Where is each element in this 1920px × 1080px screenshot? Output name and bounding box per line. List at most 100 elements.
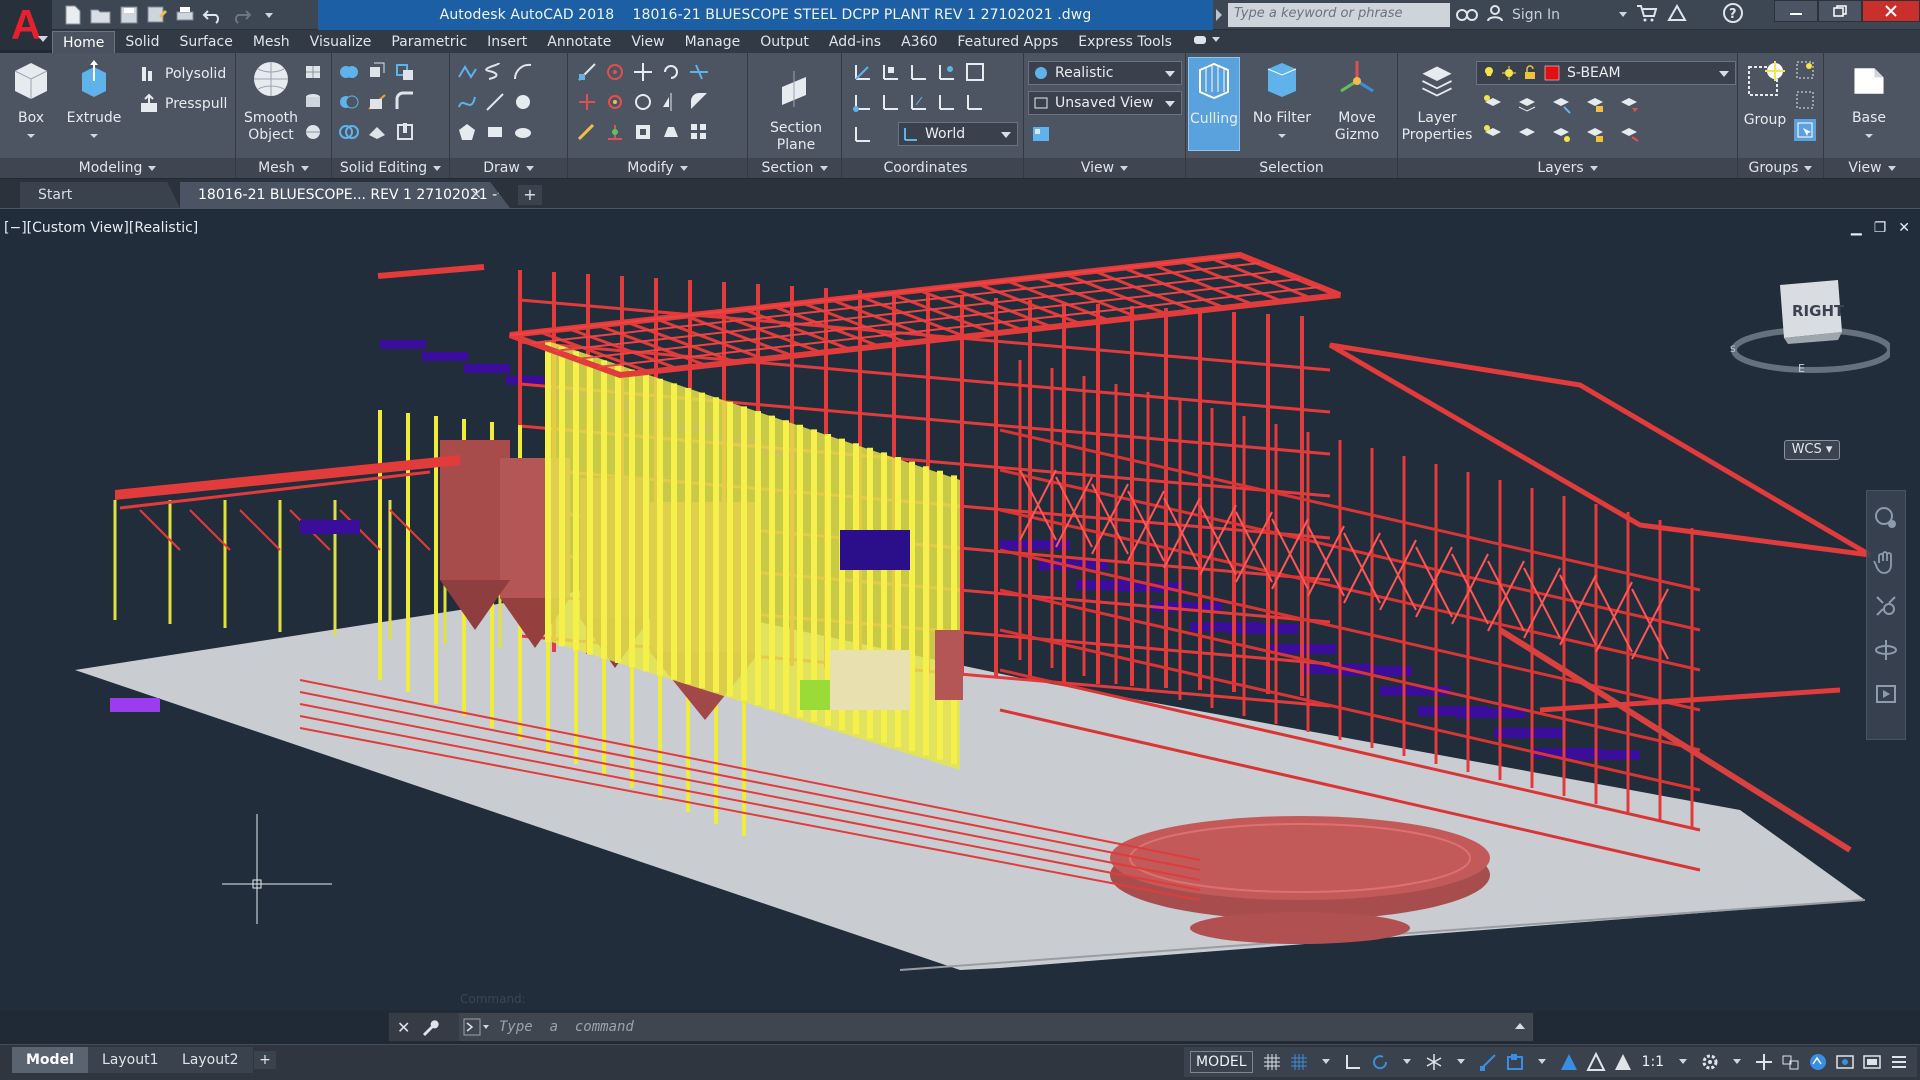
- units-icon[interactable]: [1779, 1049, 1803, 1075]
- annotation-scale-icon[interactable]: [1611, 1049, 1635, 1075]
- layer-thaw-icon[interactable]: [1550, 123, 1572, 145]
- mesh-cylinder-icon[interactable]: [302, 91, 324, 113]
- close-tab-icon[interactable]: ✕: [470, 182, 482, 208]
- scale-icon[interactable]: [576, 61, 598, 83]
- view-panel-label[interactable]: View: [1024, 158, 1185, 178]
- model-space-toggle[interactable]: MODEL: [1190, 1051, 1253, 1073]
- viewport-config-icon[interactable]: [1030, 123, 1052, 145]
- spline-icon[interactable]: [456, 91, 478, 113]
- layer-isolate-icon[interactable]: [1516, 93, 1538, 115]
- object-snap-icon[interactable]: [1503, 1049, 1527, 1075]
- wcs-menu-button[interactable]: WCS ▾: [1784, 440, 1840, 460]
- trim-icon[interactable]: [688, 61, 710, 83]
- array-icon[interactable]: [660, 121, 682, 143]
- tab-express-tools[interactable]: Express Tools: [1068, 31, 1182, 53]
- tab-home[interactable]: Home: [52, 31, 116, 53]
- chevron-down-icon[interactable]: [1314, 1049, 1338, 1075]
- group-edit-icon[interactable]: [1794, 89, 1816, 111]
- sign-in-link[interactable]: Sign In: [1512, 7, 1560, 23]
- showmotion-icon[interactable]: [1873, 681, 1899, 707]
- ucs-world-icon[interactable]: [880, 61, 902, 83]
- selection-panel-label[interactable]: Selection: [1186, 158, 1397, 178]
- restore-icon[interactable]: ❐: [1874, 220, 1887, 236]
- new-file-icon[interactable]: [60, 3, 86, 27]
- undo-icon[interactable]: [200, 3, 226, 27]
- hardware-acceleration-icon[interactable]: [1806, 1049, 1830, 1075]
- chevron-down-icon[interactable]: [1725, 1049, 1749, 1075]
- copy-icon[interactable]: [632, 91, 654, 113]
- polar-tracking-icon[interactable]: [1368, 1049, 1392, 1075]
- subtract-icon[interactable]: [338, 91, 360, 113]
- drawing-viewport[interactable]: [−][Custom View][Realistic] ▁ ❐ ✕ RIGHT …: [0, 210, 1920, 1010]
- polyline-icon[interactable]: [456, 61, 478, 83]
- ucs-view-icon[interactable]: [964, 61, 986, 83]
- 3d-move-icon[interactable]: [576, 91, 598, 113]
- layer-off-icon[interactable]: [1482, 93, 1504, 115]
- tab-output[interactable]: Output: [750, 31, 819, 53]
- viewcube[interactable]: RIGHT S E: [1730, 270, 1890, 380]
- chevron-down-icon[interactable]: [1449, 1049, 1473, 1075]
- qat-dropdown-icon[interactable]: [256, 3, 282, 27]
- tab-a360[interactable]: A360: [891, 31, 947, 53]
- layer-on-icon[interactable]: [1482, 123, 1504, 145]
- customization-menu-icon[interactable]: [1887, 1049, 1911, 1075]
- slice-icon[interactable]: [366, 91, 388, 113]
- restore-icon[interactable]: [1818, 0, 1862, 22]
- tab-visualize[interactable]: Visualize: [300, 31, 382, 53]
- application-menu-button[interactable]: A: [0, 0, 52, 50]
- layout2-tab[interactable]: Layout2: [168, 1047, 253, 1073]
- close-icon[interactable]: ✕: [397, 1018, 410, 1037]
- start-tab[interactable]: Start: [20, 182, 180, 208]
- group-button[interactable]: Group: [1742, 59, 1788, 129]
- ucs-z-axis-icon[interactable]: [880, 91, 902, 113]
- region-icon[interactable]: [512, 121, 534, 143]
- minimize-icon[interactable]: ▁: [1851, 220, 1862, 236]
- close-icon[interactable]: ✕: [1898, 220, 1910, 236]
- a360-icon[interactable]: [1666, 3, 1688, 26]
- tab-view[interactable]: View: [621, 31, 674, 53]
- polygon-icon[interactable]: [456, 121, 478, 143]
- modeling-panel-label[interactable]: Modeling: [0, 158, 235, 178]
- smooth-object-button[interactable]: Smooth Object: [242, 57, 300, 144]
- auto-scale-icon[interactable]: [1584, 1049, 1608, 1075]
- draw-panel-label[interactable]: Draw: [450, 158, 567, 178]
- no-filter-button[interactable]: No Filter: [1246, 57, 1318, 144]
- mesh-refine-icon[interactable]: [302, 121, 324, 143]
- tab-parametric[interactable]: Parametric: [381, 31, 477, 53]
- clean-screen-icon[interactable]: [1860, 1049, 1884, 1075]
- rotate-icon[interactable]: [660, 61, 682, 83]
- fillet-icon[interactable]: [688, 91, 710, 113]
- object-snap-tracking-icon[interactable]: [1476, 1049, 1500, 1075]
- tab-manage[interactable]: Manage: [675, 31, 751, 53]
- new-tab-button[interactable]: +: [518, 185, 542, 205]
- separate-icon[interactable]: [394, 61, 416, 83]
- steering-wheel-icon[interactable]: [1873, 505, 1899, 531]
- view-base-panel-label[interactable]: View: [1824, 158, 1920, 178]
- ribbon-minimize-icon[interactable]: [1182, 31, 1232, 53]
- annotation-scale-value[interactable]: 1:1: [1638, 1054, 1669, 1070]
- ucs-origin-icon[interactable]: [852, 91, 874, 113]
- zoom-extents-icon[interactable]: [1873, 593, 1899, 619]
- binoculars-icon[interactable]: [1456, 4, 1478, 26]
- isolate-objects-icon[interactable]: [1833, 1049, 1857, 1075]
- command-prompt-icon[interactable]: [463, 1017, 493, 1037]
- section-plane-button[interactable]: Section Plane: [766, 67, 826, 154]
- offset-icon[interactable]: [576, 121, 598, 143]
- culling-button[interactable]: Culling: [1188, 57, 1240, 151]
- thicken-icon[interactable]: [366, 121, 388, 143]
- layer-match-icon[interactable]: [1618, 123, 1640, 145]
- grid-icon[interactable]: [1260, 1049, 1284, 1075]
- chevron-down-icon[interactable]: [1671, 1049, 1695, 1075]
- modify-panel-label[interactable]: Modify: [568, 158, 747, 178]
- viewport-controls-label[interactable]: [−][Custom View][Realistic]: [4, 220, 198, 236]
- chevron-down-icon[interactable]: [1395, 1049, 1419, 1075]
- chevron-down-icon[interactable]: [1530, 1049, 1554, 1075]
- layout1-tab[interactable]: Layout1: [88, 1047, 173, 1073]
- user-icon[interactable]: [1486, 4, 1504, 26]
- tab-mesh[interactable]: Mesh: [243, 31, 300, 53]
- ucs-icon-properties-icon[interactable]: [852, 123, 874, 145]
- ucs-icon[interactable]: [852, 61, 874, 83]
- help-icon[interactable]: ?: [1722, 2, 1744, 28]
- annotation-visibility-icon[interactable]: [1557, 1049, 1581, 1075]
- ucs-combo[interactable]: World: [898, 122, 1018, 146]
